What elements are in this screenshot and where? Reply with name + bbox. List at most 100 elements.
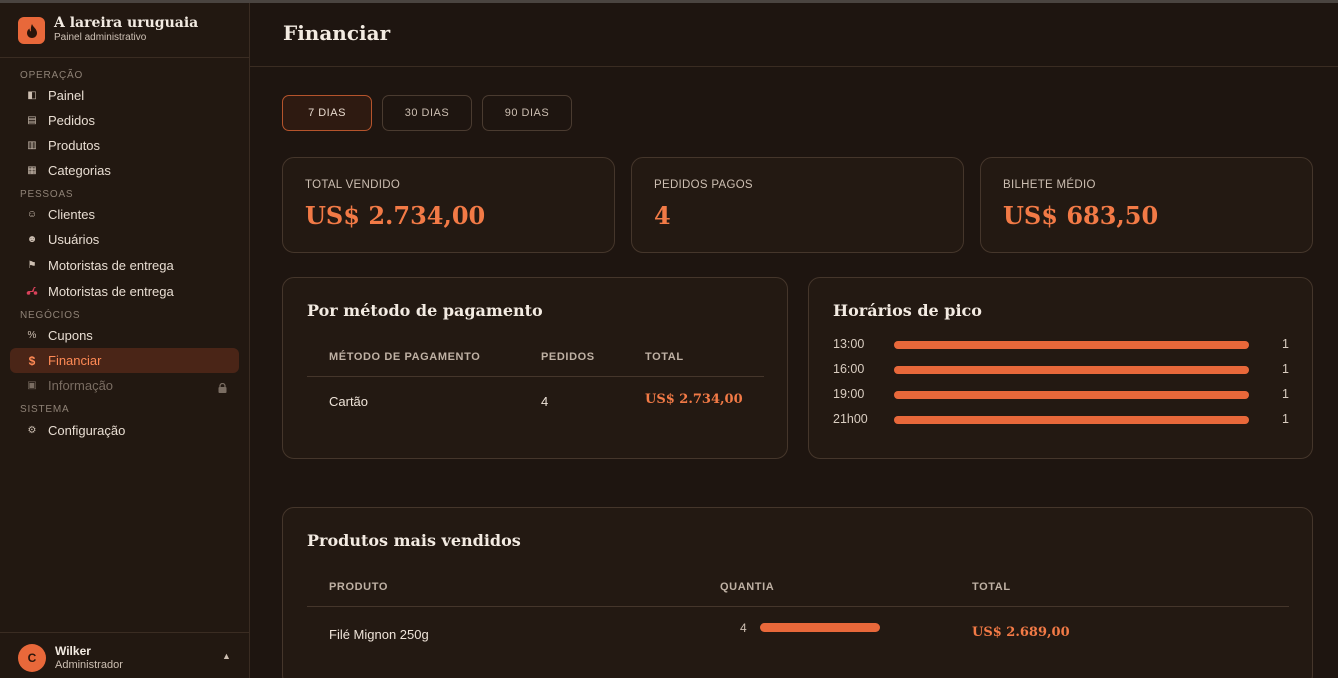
stat-value: 4	[654, 201, 671, 230]
lock-icon	[218, 380, 227, 393]
peak-count: 1	[1282, 412, 1289, 426]
sidebar-item-painel[interactable]: ◧ Painel	[10, 83, 239, 108]
peak-count: 1	[1282, 362, 1289, 376]
sidebar-item-configuracao[interactable]: ⚙ Configuração	[10, 418, 239, 443]
section-label-negocios: NEGÓCIOS	[20, 310, 81, 321]
cell-product: Filé Mignon 250g	[329, 627, 429, 642]
sidebar-item-label: Motoristas de entrega	[48, 284, 174, 299]
peak-bar-track	[894, 366, 1249, 374]
page-title: Financiar	[283, 21, 391, 45]
user-menu[interactable]: C Wilker Administrador ▲	[0, 632, 249, 678]
sidebar-item-motoristas[interactable]: ⚑ Motoristas de entrega	[10, 253, 239, 278]
sidebar-item-label: Configuração	[48, 423, 126, 438]
peak-row: 19:00 1	[833, 385, 1289, 405]
column-header-quantity: QUANTIA	[720, 581, 775, 593]
app-subtitle: Painel administrativo	[54, 32, 147, 43]
percent-icon: %	[27, 330, 37, 341]
sidebar-item-informacao[interactable]: ▣ Informação	[10, 373, 239, 398]
peak-hour-label: 13:00	[833, 337, 865, 351]
peak-count: 1	[1282, 387, 1289, 401]
peak-hour-label: 19:00	[833, 387, 865, 401]
scooter-icon	[24, 286, 40, 298]
peak-bar	[894, 341, 1249, 349]
main-content: Financiar 7 DIAS 30 DIAS 90 DIAS TOTAL V…	[250, 3, 1338, 678]
sidebar-item-label: Categorias	[48, 163, 111, 178]
sidebar-item-pedidos[interactable]: ▤ Pedidos	[10, 108, 239, 133]
quantity-bar	[760, 623, 880, 632]
table-divider	[307, 606, 1289, 607]
info-icon: ▣	[27, 380, 37, 391]
column-header-orders: PEDIDOS	[541, 351, 595, 363]
user-role: Administrador	[55, 659, 123, 671]
sidebar-item-label: Produtos	[48, 138, 101, 153]
stat-label: TOTAL VENDIDO	[305, 179, 401, 191]
sidebar-item-label: Motoristas de entrega	[48, 258, 174, 273]
sidebar-item-clientes[interactable]: ☺ Clientes	[10, 202, 239, 227]
app-name: A lareira uruguaia	[54, 15, 199, 31]
range-90-days-button[interactable]: 90 DIAS	[482, 95, 572, 131]
categories-icon: ▦	[27, 165, 37, 176]
section-label-sistema: SISTEMA	[20, 404, 70, 415]
sidebar-item-label: Usuários	[48, 232, 100, 247]
sidebar-item-label: Pedidos	[48, 113, 95, 128]
users-icon: ☻	[26, 234, 38, 245]
peak-bar-track	[894, 341, 1249, 349]
sidebar-item-label: Cupons	[48, 328, 93, 343]
card-title: Por método de pagamento	[307, 301, 543, 320]
column-header-total: TOTAL	[972, 581, 1011, 593]
range-7-days-button[interactable]: 7 DIAS	[282, 95, 372, 131]
cell-method: Cartão	[329, 394, 369, 409]
peak-count: 1	[1282, 337, 1289, 351]
peak-bar-track	[894, 416, 1249, 424]
stat-card-total-sold: TOTAL VENDIDO US$ 2.734,00	[282, 157, 615, 253]
card-title: Produtos mais vendidos	[307, 531, 521, 550]
range-30-days-button[interactable]: 30 DIAS	[382, 95, 472, 131]
peak-row: 16:00 1	[833, 360, 1289, 380]
section-label-pessoas: PESSOAS	[20, 189, 74, 200]
sidebar-item-label: Financiar	[48, 353, 102, 368]
clients-icon: ☺	[26, 209, 38, 220]
sidebar-item-label: Painel	[48, 88, 85, 103]
brand-header: A lareira uruguaia Painel administrativo	[0, 3, 249, 58]
top-products-card: Produtos mais vendidos PRODUTO QUANTIA T…	[282, 507, 1313, 678]
dashboard-icon: ◧	[27, 90, 37, 101]
sidebar-item-cupons[interactable]: % Cupons	[10, 323, 239, 348]
stat-label: PEDIDOS PAGOS	[654, 179, 753, 191]
flag-icon: ⚑	[27, 260, 37, 271]
sidebar-item-financiar[interactable]: $ Financiar	[10, 348, 239, 373]
stat-value: US$ 683,50	[1003, 201, 1159, 230]
peak-bar	[894, 391, 1249, 399]
cell-total: US$ 2.734,00	[645, 392, 743, 407]
peak-row: 13:00 1	[833, 335, 1289, 355]
peak-hour-label: 16:00	[833, 362, 865, 376]
user-name: Wilker	[55, 644, 91, 658]
sidebar-item-label: Informação	[48, 378, 114, 393]
stat-card-average-ticket: BILHETE MÉDIO US$ 683,50	[980, 157, 1313, 253]
cell-total: US$ 2.689,00	[972, 625, 1070, 640]
peak-hour-label: 21h00	[833, 412, 868, 426]
column-header-total: TOTAL	[645, 351, 684, 363]
card-title: Horários de pico	[833, 301, 982, 320]
dollar-icon: $	[28, 353, 36, 368]
sidebar: A lareira uruguaia Painel administrativo…	[0, 3, 250, 678]
sidebar-item-motoristas-2[interactable]: Motoristas de entrega	[10, 279, 239, 304]
table-divider	[307, 376, 764, 377]
peak-row: 21h00 1	[833, 410, 1289, 430]
peak-bar	[894, 366, 1249, 374]
section-label-operacao: OPERAÇÃO	[20, 70, 84, 81]
column-header-product: PRODUTO	[329, 581, 389, 593]
column-header-method: MÉTODO DE PAGAMENTO	[329, 351, 481, 363]
peak-bar	[894, 416, 1249, 424]
sidebar-item-categorias[interactable]: ▦ Categorias	[10, 158, 239, 183]
flame-logo-icon	[18, 17, 45, 44]
sidebar-item-usuarios[interactable]: ☻ Usuários	[10, 227, 239, 252]
sidebar-item-label: Clientes	[48, 207, 95, 222]
page-header: Financiar	[250, 3, 1338, 67]
stat-card-paid-orders: PEDIDOS PAGOS 4	[631, 157, 964, 253]
gear-icon: ⚙	[27, 425, 37, 436]
cell-quantity: 4	[740, 621, 747, 635]
caret-up-icon[interactable]: ▲	[222, 651, 231, 661]
peak-hours-card: Horários de pico 13:00 1 16:00 1 19:00 1…	[808, 277, 1313, 459]
peak-bar-track	[894, 391, 1249, 399]
sidebar-item-produtos[interactable]: ▥ Produtos	[10, 133, 239, 158]
